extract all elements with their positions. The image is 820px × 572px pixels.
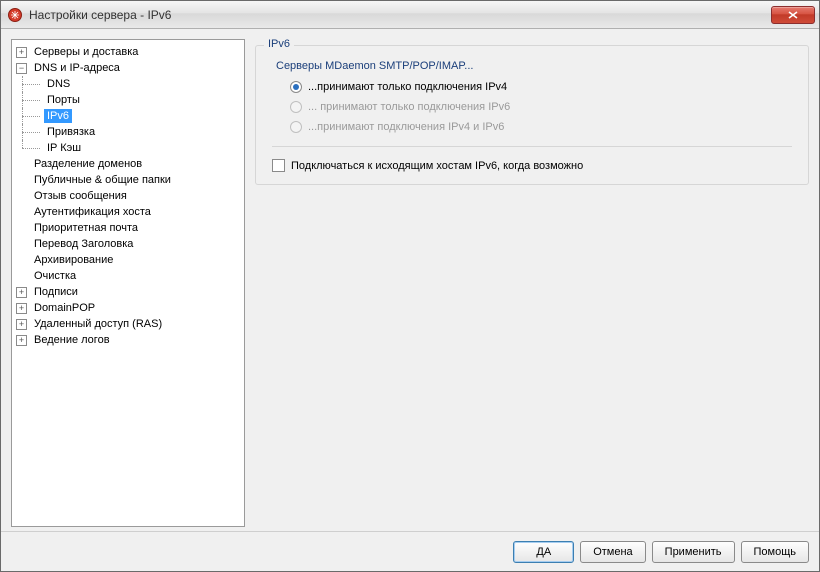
radio-button[interactable] <box>290 81 302 93</box>
apply-button[interactable]: Применить <box>652 541 735 563</box>
tree-item-label: IPv6 <box>44 109 72 123</box>
dialog-footer: ДА Отмена Применить Помощь <box>1 531 819 571</box>
ok-button[interactable]: ДА <box>513 541 574 563</box>
radio-label: ...принимают только подключения IPv4 <box>308 81 507 93</box>
tree-item[interactable]: Привязка <box>16 124 242 140</box>
tree-item[interactable]: Разделение доменов <box>16 156 242 172</box>
tree-item-label: DNS <box>44 77 73 91</box>
window-title: Настройки сервера - IPv6 <box>29 8 771 22</box>
tree-spacer <box>16 239 27 250</box>
expand-icon[interactable]: + <box>16 319 27 330</box>
help-button[interactable]: Помощь <box>741 541 810 563</box>
app-icon <box>7 7 23 23</box>
expand-icon[interactable]: + <box>16 303 27 314</box>
titlebar: Настройки сервера - IPv6 <box>1 1 819 29</box>
tree-branch-icon <box>16 76 44 92</box>
tree-spacer <box>16 207 27 218</box>
tree-spacer <box>16 255 27 266</box>
content-area: +Серверы и доставка−DNS и IP-адресаDNSПо… <box>1 29 819 531</box>
tree-item-label: Очистка <box>31 269 79 283</box>
tree-item[interactable]: + DomainPOP <box>16 300 242 316</box>
tree-item[interactable]: Аутентификация хоста <box>16 204 242 220</box>
dialog-window: Настройки сервера - IPv6 + Серверы и дост… <box>0 0 820 572</box>
tree-item-label: Приоритетная почта <box>31 221 141 235</box>
tree-item[interactable]: −DNS и IP-адреса <box>16 60 242 76</box>
tree-item[interactable]: DNS <box>16 76 242 92</box>
tree-item[interactable]: Отзыв сообщения <box>16 188 242 204</box>
tree-item-label: Серверы и доставка <box>31 45 141 59</box>
tree-item[interactable]: IP Кэш <box>16 140 242 156</box>
tree-item-label: DNS и IP-адреса <box>31 61 123 75</box>
groupbox-subtitle: Серверы MDaemon SMTP/POP/IMAP... <box>276 60 796 72</box>
tree-item-label: Ведение логов <box>31 333 113 347</box>
nav-tree: +Серверы и доставка−DNS и IP-адресаDNSПо… <box>14 44 242 348</box>
tree-item[interactable]: Архивирование <box>16 252 242 268</box>
tree-item[interactable]: Очистка <box>16 268 242 284</box>
tree-branch-icon <box>16 140 44 156</box>
tree-item[interactable]: + Удаленный доступ (RAS) <box>16 316 242 332</box>
tree-item-label: Аутентификация хоста <box>31 205 154 219</box>
radio-button <box>290 101 302 113</box>
outgoing-ipv6-checkbox[interactable] <box>272 159 285 172</box>
tree-item-label: IP Кэш <box>44 141 84 155</box>
tree-item[interactable]: + Серверы и доставка <box>16 44 242 60</box>
tree-spacer <box>16 223 27 234</box>
expand-icon[interactable]: + <box>16 287 27 298</box>
expand-icon[interactable]: + <box>16 335 27 346</box>
radio-option: ...принимают подключения IPv4 и IPv6 <box>290 118 796 136</box>
tree-spacer <box>16 191 27 202</box>
tree-item-label: Удаленный доступ (RAS) <box>31 317 165 331</box>
outgoing-ipv6-checkbox-label: Подключаться к исходящим хостам IPv6, ко… <box>291 160 583 172</box>
tree-spacer <box>16 271 27 282</box>
tree-item-label: Подписи <box>31 285 81 299</box>
tree-item-label: Привязка <box>44 125 98 139</box>
nav-tree-pane[interactable]: +Серверы и доставка−DNS и IP-адресаDNSПо… <box>11 39 245 527</box>
divider <box>272 146 792 147</box>
close-button[interactable] <box>771 6 815 24</box>
outgoing-ipv6-checkbox-row[interactable]: Подключаться к исходящим хостам IPv6, ко… <box>272 159 796 172</box>
tree-spacer <box>16 175 27 186</box>
expand-icon[interactable]: + <box>16 47 27 58</box>
tree-item[interactable]: Порты <box>16 92 242 108</box>
tree-item-label: Разделение доменов <box>31 157 145 171</box>
tree-item-label: Архивирование <box>31 253 116 267</box>
tree-item-label: Порты <box>44 93 83 107</box>
tree-item[interactable]: IPv6 <box>16 108 242 124</box>
tree-item[interactable]: Перевод Заголовка <box>16 236 242 252</box>
tree-branch-icon <box>16 92 44 108</box>
tree-branch-icon <box>16 108 44 124</box>
radio-label: ... принимают только подключения IPv6 <box>308 101 510 113</box>
ipv6-groupbox: IPv6 Серверы MDaemon SMTP/POP/IMAP... ..… <box>255 45 809 185</box>
tree-spacer <box>16 159 27 170</box>
cancel-button[interactable]: Отмена <box>580 541 645 563</box>
radio-option[interactable]: ...принимают только подключения IPv4 <box>290 78 796 96</box>
tree-item-label: Перевод Заголовка <box>31 237 136 251</box>
tree-item-label: DomainPOP <box>31 301 98 315</box>
close-icon <box>788 11 798 19</box>
tree-item[interactable]: Публичные & общие папки <box>16 172 242 188</box>
radio-option: ... принимают только подключения IPv6 <box>290 98 796 116</box>
settings-pane: IPv6 Серверы MDaemon SMTP/POP/IMAP... ..… <box>255 39 809 521</box>
radio-label: ...принимают подключения IPv4 и IPv6 <box>308 121 504 133</box>
collapse-icon[interactable]: − <box>16 63 27 74</box>
tree-branch-icon <box>16 124 44 140</box>
tree-item[interactable]: Приоритетная почта <box>16 220 242 236</box>
tree-item-label: Отзыв сообщения <box>31 189 130 203</box>
groupbox-title: IPv6 <box>264 38 294 50</box>
tree-item[interactable]: + Подписи <box>16 284 242 300</box>
tree-item-label: Публичные & общие папки <box>31 173 174 187</box>
radio-button <box>290 121 302 133</box>
tree-item[interactable]: + Ведение логов <box>16 332 242 348</box>
